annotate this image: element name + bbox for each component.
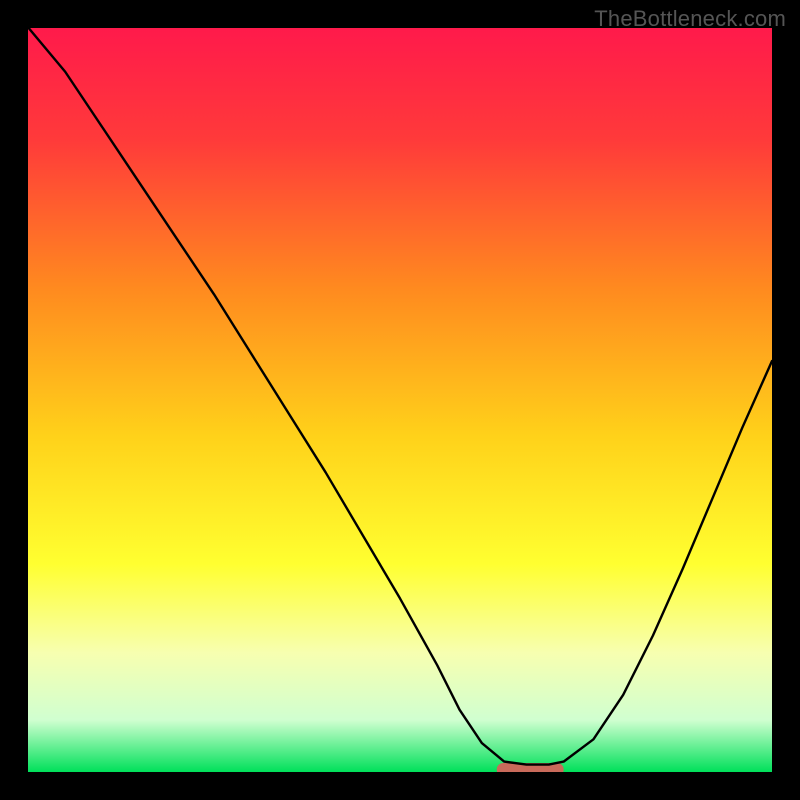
gradient-background [28, 28, 772, 772]
chart-frame: TheBottleneck.com [0, 0, 800, 800]
plot-area [28, 28, 772, 772]
bottleneck-chart [28, 28, 772, 772]
watermark-text: TheBottleneck.com [594, 6, 786, 32]
